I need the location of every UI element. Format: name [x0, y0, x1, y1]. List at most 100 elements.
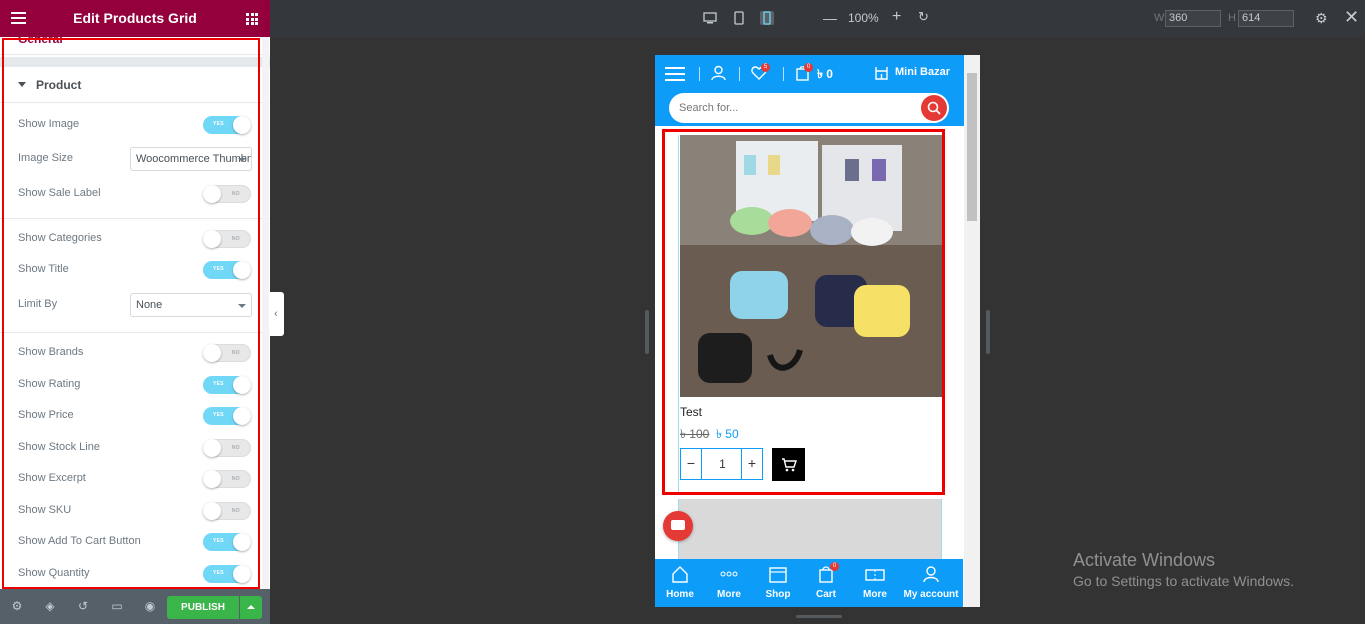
- chevron-left-icon: ‹: [274, 308, 278, 320]
- nav-label: Home: [666, 589, 694, 600]
- show-categories-toggle[interactable]: NO: [203, 230, 251, 248]
- preview-scrollbar[interactable]: [964, 55, 980, 607]
- control-show-stock-line: Show Stock Line NO: [0, 434, 270, 462]
- zoom-out-button[interactable]: —: [823, 10, 837, 26]
- resize-handle-left[interactable]: [645, 310, 649, 354]
- cart-total: ৳ 0: [817, 67, 833, 81]
- toggle-text: NO: [231, 476, 240, 482]
- control-label: Show Brands: [18, 346, 84, 358]
- section-product-header[interactable]: Product: [0, 67, 270, 103]
- resize-handle-bottom[interactable]: [796, 615, 842, 618]
- show-price-toggle[interactable]: YES: [203, 407, 251, 425]
- widgets-grid-icon[interactable]: [246, 13, 258, 25]
- store-name[interactable]: Mini Bazar: [895, 66, 950, 78]
- quantity-stepper: − 1 +: [680, 448, 763, 480]
- resize-handle-right[interactable]: [986, 310, 990, 354]
- section-divider: [0, 57, 270, 67]
- control-show-excerpt: Show Excerpt NO: [0, 465, 270, 493]
- show-excerpt-toggle[interactable]: NO: [203, 470, 251, 488]
- show-stock-line-toggle[interactable]: NO: [203, 439, 251, 457]
- search-icon: [927, 101, 941, 115]
- product-image[interactable]: [680, 135, 942, 397]
- site-search[interactable]: Search for...: [669, 93, 949, 123]
- quantity-input[interactable]: 1: [702, 449, 743, 479]
- panel-scrollbar[interactable]: [262, 37, 269, 589]
- navigator-layers-icon[interactable]: ◈: [43, 599, 57, 613]
- publish-options-button[interactable]: [240, 596, 262, 619]
- toggle-text: YES: [213, 412, 224, 418]
- search-button[interactable]: [921, 95, 947, 121]
- quantity-increase-button[interactable]: +: [741, 449, 762, 479]
- publish-button[interactable]: PUBLISH: [167, 596, 239, 619]
- user-icon[interactable]: [711, 65, 726, 81]
- control-show-image: Show Image YES: [0, 111, 270, 139]
- chat-button[interactable]: [663, 511, 693, 541]
- nav-more[interactable]: More: [704, 559, 754, 607]
- watermark-subtitle: Go to Settings to activate Windows.: [1073, 573, 1294, 589]
- show-add-to-cart-toggle[interactable]: YES: [203, 533, 251, 551]
- zoom-in-button[interactable]: +: [892, 8, 901, 26]
- product-old-price: ৳ 100: [680, 427, 710, 441]
- desktop-icon[interactable]: [703, 11, 717, 25]
- image-size-select[interactable]: Woocommerce Thumbnail: [130, 147, 252, 171]
- cart-icon: [782, 458, 797, 472]
- responsive-mode-icon[interactable]: ▭: [110, 599, 124, 613]
- reset-zoom-icon[interactable]: ↻: [918, 9, 929, 25]
- product-sale-price: ৳ 50: [716, 427, 739, 441]
- control-image-size: Image Size Woocommerce Thumbnail: [0, 145, 270, 173]
- show-title-toggle[interactable]: YES: [203, 261, 251, 279]
- control-label: Show Sale Label: [18, 187, 101, 199]
- show-rating-toggle[interactable]: YES: [203, 376, 251, 394]
- control-show-sku: Show SKU NO: [0, 497, 270, 525]
- search-input[interactable]: Search for...: [679, 102, 738, 114]
- width-input[interactable]: 360: [1165, 10, 1221, 27]
- nav-home[interactable]: Home: [655, 559, 705, 607]
- toggle-text: NO: [231, 236, 240, 242]
- toggle-text: YES: [213, 121, 224, 127]
- collapse-panel-tab[interactable]: ‹: [270, 292, 284, 336]
- nav-cart[interactable]: 0 Cart: [801, 559, 851, 607]
- control-show-rating: Show Rating YES: [0, 371, 270, 399]
- settings-gear-icon[interactable]: ⚙: [10, 599, 24, 613]
- control-show-price: Show Price YES: [0, 402, 270, 430]
- control-label: Show Quantity: [18, 567, 90, 579]
- show-image-toggle[interactable]: YES: [203, 116, 251, 134]
- section-general-header[interactable]: General: [0, 37, 270, 55]
- bottom-nav: Home More Shop 0 Cart More My account: [655, 559, 963, 607]
- site-menu-icon[interactable]: [665, 67, 685, 81]
- control-label: Show Categories: [18, 232, 102, 244]
- quantity-decrease-button[interactable]: −: [681, 449, 702, 479]
- scrollbar-thumb[interactable]: [967, 73, 977, 221]
- dropdown-arrow-icon: [238, 158, 246, 162]
- limit-by-select[interactable]: None: [130, 293, 252, 317]
- close-icon[interactable]: ✕: [1344, 7, 1359, 28]
- product-card[interactable]: Test ৳ 100 ৳ 50 − 1 +: [678, 135, 942, 495]
- show-sku-toggle[interactable]: NO: [203, 502, 251, 520]
- nav-more-2[interactable]: More: [850, 559, 900, 607]
- nav-shop[interactable]: Shop: [753, 559, 803, 607]
- show-sale-label-toggle[interactable]: NO: [203, 185, 251, 203]
- preview-eye-icon[interactable]: ◉: [143, 599, 157, 613]
- control-show-categories: Show Categories NO: [0, 225, 270, 253]
- height-input[interactable]: 614: [1238, 10, 1294, 27]
- add-to-cart-button[interactable]: [772, 448, 805, 481]
- caret-down-icon: [18, 82, 26, 87]
- show-quantity-toggle[interactable]: YES: [203, 565, 251, 583]
- nav-label: Cart: [815, 589, 836, 600]
- mobile-icon[interactable]: [760, 11, 774, 25]
- responsive-toolbar: — 100% + ↻ W 360 H 614 ⚙ ✕: [270, 0, 1365, 37]
- select-value: None: [136, 299, 163, 311]
- product-title[interactable]: Test: [680, 405, 702, 419]
- earbuds-photo: [680, 135, 942, 397]
- cart-icon: [819, 566, 833, 583]
- settings-gear-icon[interactable]: ⚙: [1315, 10, 1328, 27]
- tablet-icon[interactable]: [732, 11, 746, 25]
- chat-icon: [671, 520, 685, 530]
- nav-my-account[interactable]: My account: [902, 559, 960, 607]
- panel-body: General Product Show Image YES Image Siz…: [0, 37, 270, 589]
- show-brands-toggle[interactable]: NO: [203, 344, 251, 362]
- control-label: Show Excerpt: [18, 472, 86, 484]
- control-label: Show Rating: [18, 378, 81, 390]
- history-icon[interactable]: ↺: [76, 599, 90, 613]
- separator: [0, 218, 270, 219]
